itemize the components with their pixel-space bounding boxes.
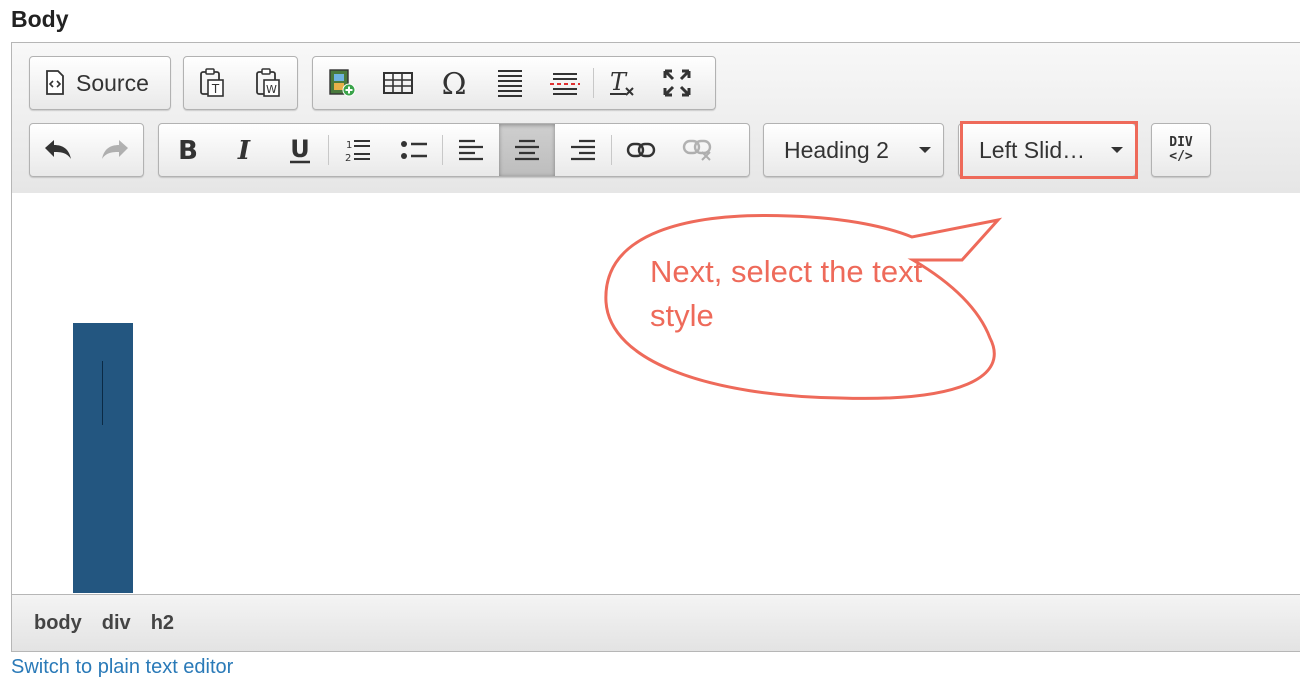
remove-format-icon: T xyxy=(607,68,637,98)
svg-text:T: T xyxy=(609,68,627,96)
styles-select-value: Left Slid… xyxy=(979,136,1086,163)
switch-editor-link[interactable]: Switch to plain text editor xyxy=(11,656,233,679)
horizontal-rule-button[interactable] xyxy=(482,57,537,109)
svg-text:T: T xyxy=(211,82,220,96)
div-container-group: DIV </> xyxy=(1151,123,1211,177)
bold-button[interactable]: B xyxy=(159,124,216,176)
undo-icon xyxy=(43,139,73,161)
formatting-group: B I U 12 xyxy=(158,123,750,177)
redo-icon xyxy=(100,139,130,161)
align-center-icon xyxy=(514,138,540,162)
underline-button[interactable]: U xyxy=(271,124,328,176)
history-group xyxy=(29,123,144,177)
italic-button[interactable]: I xyxy=(216,124,271,176)
clipboard-group: T W xyxy=(183,56,298,110)
paste-word-icon: W xyxy=(255,68,281,98)
source-icon xyxy=(44,70,66,96)
paste-text-button[interactable]: T xyxy=(184,57,240,109)
link-button[interactable] xyxy=(612,124,669,176)
svg-text:B: B xyxy=(178,137,198,163)
chevron-down-icon xyxy=(1111,147,1123,153)
bulleted-list-button[interactable] xyxy=(385,124,442,176)
bold-icon: B xyxy=(176,137,200,163)
field-label: Body xyxy=(11,6,69,32)
media-embed-icon xyxy=(328,68,356,98)
text-cursor xyxy=(102,361,103,425)
maximize-button[interactable] xyxy=(649,57,705,109)
table-icon xyxy=(382,71,413,95)
unlink-button[interactable] xyxy=(669,124,725,176)
source-button[interactable]: Source xyxy=(30,57,163,109)
format-select[interactable]: Heading 2 xyxy=(763,123,944,177)
underline-icon: U xyxy=(288,136,312,164)
horizontal-rule-icon xyxy=(496,68,524,98)
div-code-label: </> xyxy=(1169,149,1193,164)
svg-text:Ω: Ω xyxy=(441,69,466,97)
align-right-icon xyxy=(570,138,596,162)
paste-text-icon: T xyxy=(199,68,225,98)
align-right-button[interactable] xyxy=(555,124,611,176)
maximize-icon xyxy=(662,68,692,98)
omega-icon: Ω xyxy=(439,69,469,97)
undo-button[interactable] xyxy=(30,124,86,176)
align-left-button[interactable] xyxy=(443,124,499,176)
source-group: Source xyxy=(29,56,171,110)
svg-text:1: 1 xyxy=(346,140,352,151)
redo-button[interactable] xyxy=(86,124,143,176)
align-left-icon xyxy=(458,138,484,162)
content-block[interactable] xyxy=(73,323,133,593)
styles-select[interactable]: Left Slid… xyxy=(958,123,1136,177)
svg-text:I: I xyxy=(236,137,250,163)
table-button[interactable] xyxy=(370,57,425,109)
path-h2[interactable]: h2 xyxy=(143,608,182,639)
chevron-down-icon xyxy=(919,147,931,153)
link-icon xyxy=(626,141,656,159)
path-body[interactable]: body xyxy=(26,608,90,639)
unlink-icon xyxy=(682,138,712,162)
div-label: DIV xyxy=(1169,135,1193,150)
format-select-value: Heading 2 xyxy=(784,136,889,163)
special-char-button[interactable]: Ω xyxy=(425,57,482,109)
path-div[interactable]: div xyxy=(94,608,139,639)
italic-icon: I xyxy=(232,137,256,163)
insert-group: Ω T xyxy=(312,56,716,110)
svg-text:U: U xyxy=(290,136,310,163)
media-embed-button[interactable] xyxy=(313,57,370,109)
svg-text:W: W xyxy=(266,83,277,96)
annotation-text: Next, select the text style xyxy=(650,254,923,333)
align-center-button[interactable] xyxy=(499,124,555,176)
paste-word-button[interactable]: W xyxy=(240,57,296,109)
numbered-list-icon: 12 xyxy=(343,137,371,163)
create-div-button[interactable]: DIV </> xyxy=(1152,124,1210,176)
remove-format-button[interactable]: T xyxy=(594,57,649,109)
page-break-button[interactable] xyxy=(537,57,593,109)
page-break-icon xyxy=(549,70,581,96)
numbered-list-button[interactable]: 12 xyxy=(329,124,385,176)
svg-text:2: 2 xyxy=(345,153,351,163)
source-label: Source xyxy=(76,69,149,96)
element-path-bar: body div h2 xyxy=(12,594,1300,651)
bulleted-list-icon xyxy=(400,139,428,161)
